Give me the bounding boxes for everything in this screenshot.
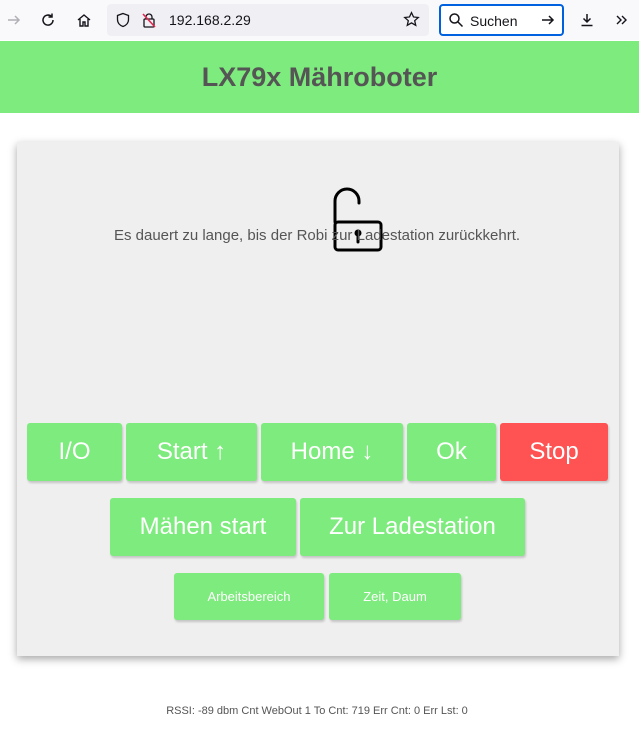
- status-footer: RSSI: -89 dbm Cnt WebOut 1 To Cnt: 719 E…: [166, 705, 468, 717]
- bookmark-star-icon[interactable]: [403, 11, 420, 33]
- search-box[interactable]: Suchen: [439, 4, 564, 36]
- search-input[interactable]: Suchen: [470, 13, 517, 29]
- url-bar[interactable]: 192.168.2.29: [107, 4, 429, 36]
- search-go-icon[interactable]: [540, 12, 556, 33]
- reload-icon[interactable]: [34, 6, 62, 34]
- browser-toolbar: 192.168.2.29 Suchen: [0, 0, 639, 40]
- mow-start-button[interactable]: Mähen start: [110, 498, 296, 556]
- page-title: LX79x Mähroboter: [201, 61, 438, 92]
- home-icon[interactable]: [70, 6, 98, 34]
- to-station-button[interactable]: Zur Ladestation: [300, 498, 525, 556]
- home-button[interactable]: Home ↓: [261, 423, 403, 481]
- url-text[interactable]: 192.168.2.29: [169, 12, 251, 28]
- stop-button[interactable]: Stop: [500, 423, 608, 481]
- start-button[interactable]: Start ↑: [126, 423, 257, 481]
- io-button[interactable]: I/O: [27, 423, 122, 481]
- time-date-button[interactable]: Zeit, Daum: [329, 573, 461, 620]
- work-area-button[interactable]: Arbeitsbereich: [174, 573, 324, 620]
- status-message: Es dauert zu lange, bis der Robi zur Lad…: [113, 227, 521, 244]
- ok-button[interactable]: Ok: [407, 423, 496, 481]
- overflow-menu-icon[interactable]: [608, 6, 636, 34]
- shield-icon[interactable]: [115, 12, 131, 33]
- insecure-lock-icon[interactable]: [141, 12, 157, 33]
- search-icon: [448, 12, 464, 33]
- forward-icon[interactable]: [0, 6, 28, 34]
- app-header: LX79x Mähroboter: [0, 41, 639, 113]
- downloads-icon[interactable]: [573, 6, 601, 34]
